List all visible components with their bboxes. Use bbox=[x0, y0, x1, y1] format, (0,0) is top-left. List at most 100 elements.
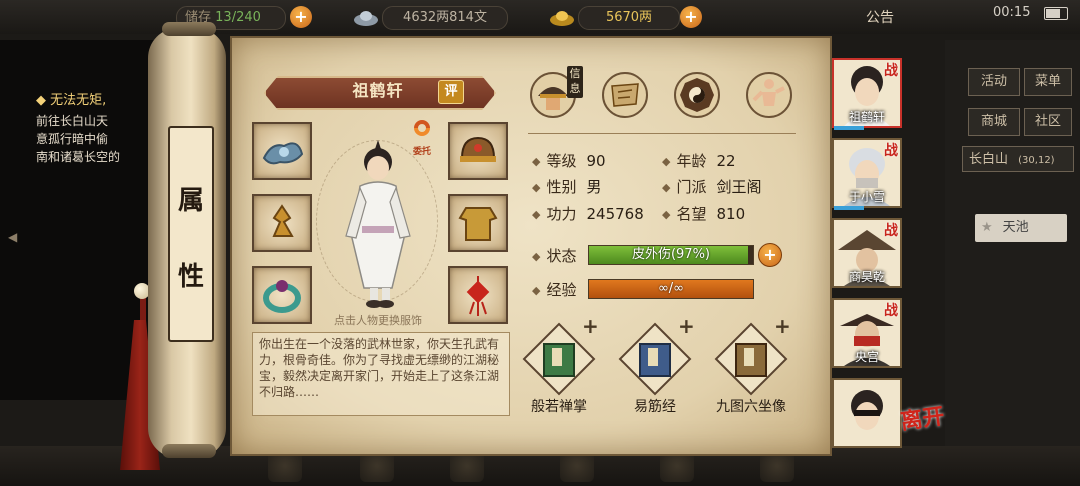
skill-add-icon[interactable]: + bbox=[774, 314, 791, 338]
level-value: 90 bbox=[586, 152, 606, 170]
jade-bracelet-icon bbox=[263, 280, 301, 313]
shop-button[interactable]: 商城 bbox=[968, 108, 1020, 136]
info-tab-label: 信息 bbox=[567, 66, 583, 98]
entrust-icon bbox=[414, 120, 430, 136]
equip-slot-charm[interactable] bbox=[448, 266, 508, 324]
diamond-icon: ◆ bbox=[662, 208, 671, 221]
fame-value: 810 bbox=[716, 205, 746, 223]
activity-button[interactable]: 活动 bbox=[968, 68, 1020, 96]
diamond-icon: ◆ bbox=[532, 250, 541, 263]
meridian-tab-icon[interactable] bbox=[744, 70, 794, 120]
exp-text: ∞/∞ bbox=[657, 281, 685, 296]
tianchi-label: 天池 bbox=[1002, 220, 1029, 235]
roster-name: 祖鹤轩 bbox=[848, 110, 885, 124]
quest-line: 南和诸葛长空的 bbox=[36, 150, 121, 164]
exp-label: 经验 bbox=[546, 281, 577, 299]
gender-stat: ◆ 性别男 bbox=[532, 176, 602, 197]
status-label: 状态 bbox=[546, 247, 577, 265]
health-status-bar: 皮外伤(97%) bbox=[588, 245, 754, 265]
power-value: 245768 bbox=[586, 205, 644, 223]
scroll-cap-bottom bbox=[162, 444, 216, 458]
heal-button[interactable]: + bbox=[758, 243, 782, 267]
level-label: 等级 bbox=[546, 152, 577, 170]
diamond-icon: ◆ bbox=[662, 155, 671, 168]
age-label: 年龄 bbox=[676, 152, 707, 170]
status-stat-label: ◆ 状态 bbox=[532, 245, 576, 266]
equip-slot-head[interactable] bbox=[448, 122, 508, 180]
diamond-icon: ◆ bbox=[532, 181, 541, 194]
add-gold-button[interactable]: + bbox=[680, 6, 702, 28]
map-tab-icon[interactable] bbox=[600, 70, 650, 120]
skill-add-icon[interactable]: + bbox=[582, 314, 599, 338]
skill-name: 般若禅掌 bbox=[531, 399, 587, 415]
power-label: 功力 bbox=[546, 205, 577, 223]
diamond-icon: ◆ bbox=[532, 208, 541, 221]
battle-tag: 战 bbox=[884, 63, 898, 79]
fame-label: 名望 bbox=[676, 205, 707, 223]
menu-button[interactable]: 菜单 bbox=[1024, 68, 1072, 96]
diamond-icon: ◆ bbox=[662, 181, 671, 194]
roster-name: 央宫 bbox=[854, 350, 879, 364]
location-indicator: 长白山 (30,12) bbox=[962, 146, 1074, 172]
quest-line: 意孤行暗中偷 bbox=[36, 132, 109, 146]
equip-slot-accessory[interactable] bbox=[252, 194, 312, 252]
community-button[interactable]: 社区 bbox=[1024, 108, 1072, 136]
roster-hp-bar bbox=[834, 126, 864, 130]
level-stat: ◆ 等级 90 bbox=[532, 150, 606, 171]
gender-value: 男 bbox=[586, 178, 602, 196]
gold-ingot-icon bbox=[550, 11, 574, 26]
attr-char: 性 bbox=[177, 262, 204, 292]
age-value: 22 bbox=[716, 152, 736, 170]
clock: 00:15 bbox=[993, 5, 1031, 20]
battle-tag: 战 bbox=[884, 223, 898, 239]
health-status-text: 皮外伤(97%) bbox=[631, 247, 711, 262]
battle-tag: 战 bbox=[884, 303, 898, 319]
storage-value: 13/240 bbox=[215, 10, 261, 25]
character-bio: 你出生在一个没落的武林世家，你天生孔武有力，根骨奇佳。你为了寻找虚无缥缈的江湖秘… bbox=[252, 332, 510, 416]
helmet-icon bbox=[460, 136, 496, 162]
exp-stat-label: ◆ 经验 bbox=[532, 279, 576, 300]
collapse-left-icon[interactable]: ◀ bbox=[8, 230, 17, 244]
fame-stat: ◆ 名望 810 bbox=[662, 203, 745, 224]
roster-name: 商昊乾 bbox=[848, 270, 885, 284]
silver-ingot-icon bbox=[354, 11, 378, 26]
scroll-cap-top bbox=[162, 22, 216, 36]
roster-portrait[interactable] bbox=[832, 378, 902, 448]
diamond-icon: ◆ bbox=[532, 155, 541, 168]
silver-amount: 4632两814文 bbox=[382, 6, 508, 30]
divider bbox=[528, 133, 796, 134]
quest-title: ◆ 无法无矩, bbox=[36, 93, 107, 108]
battery-icon bbox=[1044, 7, 1068, 20]
equip-slot-jewel[interactable] bbox=[252, 122, 312, 180]
notice-button[interactable]: 公告 bbox=[866, 7, 894, 27]
right-menu-panel bbox=[945, 40, 1080, 486]
review-badge[interactable]: 评 bbox=[438, 80, 464, 104]
add-storage-button[interactable]: + bbox=[290, 6, 312, 28]
star-icon: ★ bbox=[981, 220, 993, 235]
location-coords: (30,12) bbox=[1018, 155, 1055, 166]
bagua-tab-icon[interactable] bbox=[672, 70, 722, 120]
roster-hp-bar bbox=[834, 206, 864, 210]
portrait-image bbox=[851, 390, 883, 430]
attributes-tab-label[interactable]: 属 性 bbox=[168, 126, 214, 342]
leave-button[interactable]: 离开 bbox=[899, 403, 949, 455]
tianchi-destination[interactable]: ★ 天池 bbox=[975, 214, 1067, 242]
change-outfit-tip: 点击人物更换服饰 bbox=[334, 314, 422, 327]
battle-tag: 战 bbox=[884, 143, 898, 159]
gold-charm-icon bbox=[272, 204, 294, 237]
equip-slot-armor[interactable] bbox=[448, 194, 508, 252]
exp-bar: ∞/∞ bbox=[588, 279, 754, 299]
red-knot-icon bbox=[466, 276, 490, 316]
skill-name: 九图六坐像 bbox=[716, 399, 786, 415]
sect-label: 门派 bbox=[676, 178, 707, 196]
armor-icon bbox=[458, 207, 498, 241]
attr-char: 属 bbox=[177, 186, 204, 216]
power-stat: ◆ 功力 245768 bbox=[532, 203, 644, 224]
roster-name: 于小雪 bbox=[848, 190, 885, 204]
character-figure[interactable] bbox=[330, 138, 426, 310]
quest-line: 前往长白山天 bbox=[36, 114, 109, 128]
bio-text: 你出生在一个没落的武林世家，你天生孔武有力，根骨奇佳。你为了寻找虚无缥缈的江湖秘… bbox=[259, 337, 500, 399]
skill-add-icon[interactable]: + bbox=[678, 314, 695, 338]
gender-label: 性别 bbox=[546, 178, 577, 196]
equip-slot-bracelet[interactable] bbox=[252, 266, 312, 324]
